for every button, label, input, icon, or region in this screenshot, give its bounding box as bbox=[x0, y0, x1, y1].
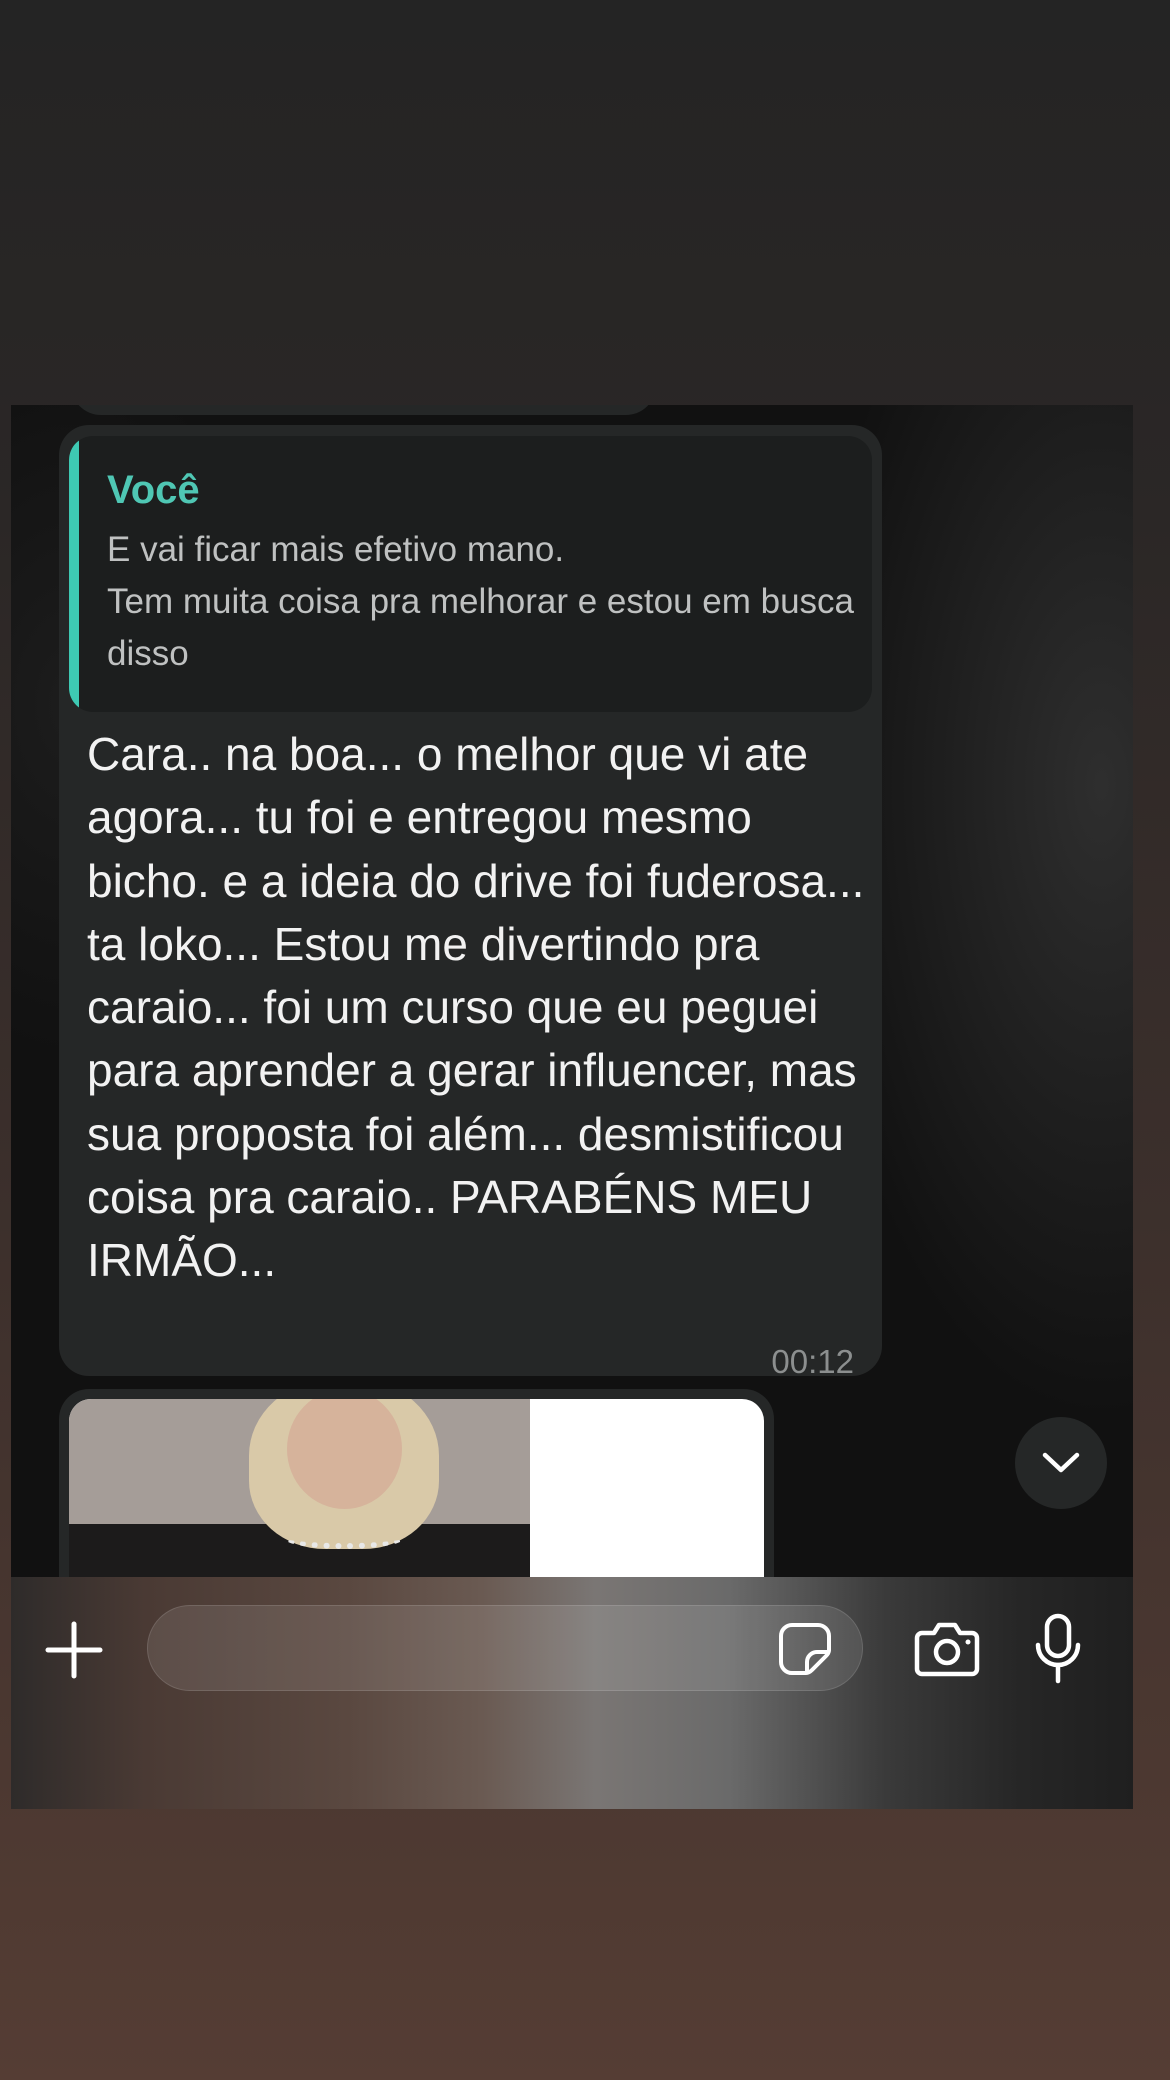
chat-screen: Você E vai ficar mais efetivo mano. Tem … bbox=[11, 405, 1133, 1809]
image-message-bubble[interactable] bbox=[59, 1389, 774, 1609]
quote-author: Você bbox=[107, 468, 200, 512]
quote-accent-bar bbox=[69, 436, 79, 712]
attach-button[interactable] bbox=[41, 1617, 107, 1683]
chat-background: Você E vai ficar mais efetivo mano. Tem … bbox=[11, 405, 1133, 1609]
microphone-icon bbox=[1034, 1613, 1082, 1685]
previous-message-bubble[interactable] bbox=[71, 405, 656, 415]
quote-text: E vai ficar mais efetivo mano. Tem muita… bbox=[107, 530, 854, 673]
message-composer bbox=[11, 1577, 1133, 1809]
scroll-to-bottom-button[interactable] bbox=[1015, 1417, 1107, 1509]
plus-icon bbox=[44, 1620, 104, 1680]
message-bubble[interactable]: Você E vai ficar mais efetivo mano. Tem … bbox=[59, 425, 882, 1380]
camera-icon bbox=[914, 1621, 980, 1677]
message-input[interactable] bbox=[147, 1605, 863, 1691]
sticker-icon bbox=[778, 1622, 832, 1676]
sticker-button[interactable] bbox=[776, 1620, 834, 1678]
message-text: Cara.. na boa... o melhor que vi ate ago… bbox=[87, 728, 865, 1287]
camera-button[interactable] bbox=[913, 1617, 981, 1681]
chevron-down-icon bbox=[1041, 1451, 1081, 1475]
quoted-message[interactable]: Você E vai ficar mais efetivo mano. Tem … bbox=[69, 436, 872, 712]
message-timestamp: 00:12 bbox=[771, 1343, 854, 1380]
voice-message-button[interactable] bbox=[1033, 1613, 1083, 1685]
